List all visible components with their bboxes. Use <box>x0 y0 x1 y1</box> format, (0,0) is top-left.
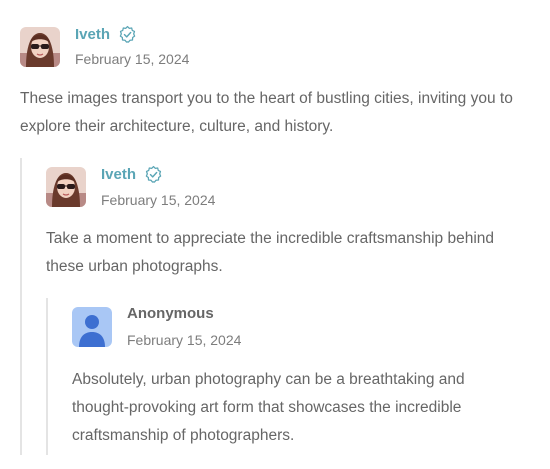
thread-line-level-2 <box>46 298 48 455</box>
author-name[interactable]: Iveth <box>101 165 163 184</box>
avatar[interactable] <box>20 27 60 67</box>
verified-badge-icon <box>144 165 163 184</box>
author-name: Anonymous <box>127 305 214 322</box>
user-photo-avatar-icon <box>20 27 60 67</box>
comment-text: Take a moment to appreciate the incredib… <box>46 230 495 275</box>
author-name[interactable]: Iveth <box>75 25 137 44</box>
avatar[interactable] <box>72 307 112 347</box>
thread-line-level-1 <box>20 158 22 455</box>
verified-badge-icon <box>118 25 137 44</box>
default-person-avatar-icon <box>72 307 112 347</box>
comment-text: Absolutely, urban photography can be a b… <box>72 371 465 444</box>
comment-text: These images transport you to the heart … <box>20 90 513 135</box>
author-name-label: Anonymous <box>127 305 214 322</box>
comment-date: February 15, 2024 <box>101 192 216 208</box>
comment-date: February 15, 2024 <box>127 332 242 348</box>
avatar[interactable] <box>46 167 86 207</box>
author-name-label: Iveth <box>75 26 111 43</box>
author-name-label: Iveth <box>101 166 137 183</box>
comment-date: February 15, 2024 <box>75 51 190 67</box>
user-photo-avatar-icon <box>46 167 86 207</box>
